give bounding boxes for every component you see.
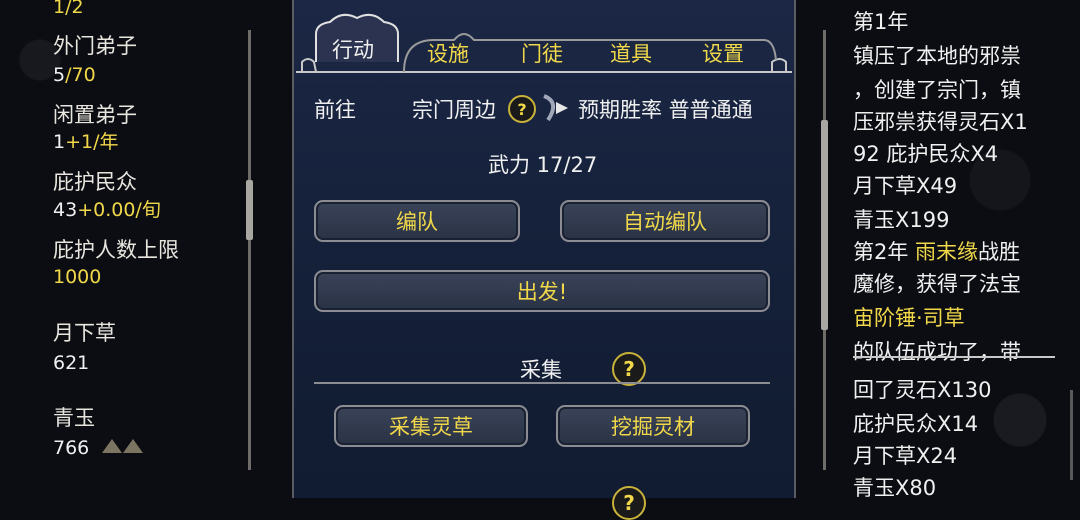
log-line-text: 青玉X80 (853, 476, 937, 500)
log-line-text: 青玉X199 (853, 208, 950, 232)
upgrade-arrows-icon (102, 439, 143, 453)
log-line: 的队伍成功了，带 (853, 336, 1021, 369)
tab-items[interactable]: 道具 (610, 38, 652, 68)
log-line-text: 庇护民众X14 (853, 412, 979, 436)
gather-help-icon[interactable]: ? (612, 352, 646, 386)
log-line-text: ，创建了宗门，镇 (853, 78, 1021, 102)
protected-people-label: 庇护民众 (53, 170, 137, 194)
tab-facilities[interactable]: 设施 (427, 38, 469, 68)
protect-limit-value: 1000 (53, 266, 102, 288)
log-line: 镇压了本地的邪祟 (853, 40, 1021, 73)
log-line: 宙阶锤·司草 (853, 302, 965, 335)
tab-action-label[interactable]: 行动 (332, 34, 374, 64)
log-line: 第2年 雨末缘战胜 (853, 236, 1020, 269)
moon-grass-label: 月下草 (53, 321, 116, 345)
gather-title: 采集 (520, 358, 562, 382)
log-line: 第1年 (853, 6, 908, 39)
auto-formation-button[interactable]: 自动编队 (560, 200, 770, 242)
log-line-text: 月下草X49 (853, 174, 958, 198)
gather-herbs-button[interactable]: 采集灵草 (334, 405, 528, 447)
jade-value: 766 (53, 437, 90, 459)
moon-grass-value: 621 (53, 352, 90, 374)
log-line: 庇护民众X14 (853, 408, 978, 441)
jade-label: 青玉 (53, 406, 95, 430)
log-line: 92 庇护民众X4 (853, 138, 998, 171)
log-line: 压邪祟获得灵石X1 (853, 106, 1028, 139)
formation-button[interactable]: 编队 (314, 200, 520, 242)
log-line-text: 战胜 (978, 240, 1021, 264)
log-line-text: 92 庇护民众X4 (853, 142, 999, 166)
resource-panel: 1/2 外门弟子 5/70 闲置弟子 1+1/年 庇护民众 43+0.00/旬 … (0, 0, 260, 498)
goto-label: 前往 (314, 98, 356, 122)
action-panel: 行动 设施 门徒 道具 设置 前往 宗门周边 ? 预期胜率 普普通通 武力 17… (292, 0, 796, 520)
next-section-help-icon[interactable]: ? (612, 486, 646, 520)
left-scrollbar[interactable] (248, 30, 251, 470)
left-scrollbar-thumb[interactable] (246, 180, 253, 240)
log-scrollbar-right[interactable] (1070, 390, 1073, 480)
protect-limit-label: 庇护人数上限 (53, 238, 179, 262)
tab-settings[interactable]: 设置 (702, 38, 744, 68)
log-line-text: 第1年 (853, 10, 909, 34)
expected-win-rate: 预期胜率 普普通通 (578, 98, 753, 122)
log-line-text: 魔修，获得了法宝 (853, 272, 1021, 296)
log-line: 月下草X24 (853, 440, 957, 473)
destination-select[interactable]: 宗门周边 (412, 94, 496, 124)
log-line-text: 压邪祟获得灵石X1 (853, 110, 1028, 134)
log-line: 魔修，获得了法宝 (853, 268, 1021, 301)
partial-stat-value: 1/2 (53, 0, 84, 18)
log-line: 青玉X80 (853, 472, 936, 505)
log-line: ，创建了宗门，镇 (853, 74, 1021, 107)
log-line-text: 雨末缘 (915, 240, 979, 264)
log-line-text: 月下草X24 (853, 444, 958, 468)
outer-disciples-value: 5/70 (53, 64, 96, 86)
idle-disciples-value: 1+1/年 (53, 131, 119, 153)
section-divider (314, 382, 770, 384)
force-value: 武力 17/27 (488, 153, 598, 177)
log-line: 月下草X49 (853, 170, 957, 203)
outer-disciples-label: 外门弟子 (53, 34, 137, 58)
log-line: 回了灵石X130 (853, 374, 991, 407)
protected-people-value: 43+0.00/旬 (53, 199, 161, 221)
log-line: 青玉X199 (853, 204, 949, 237)
log-line-text: 回了灵石X130 (853, 378, 992, 402)
depart-button[interactable]: 出发! (314, 270, 770, 312)
idle-disciples-label: 闲置弟子 (53, 103, 137, 127)
log-line-text: 镇压了本地的邪祟 (853, 44, 1021, 68)
swap-arrow-icon[interactable] (540, 92, 570, 124)
event-log-panel: 第1年镇压了本地的邪祟 ，创建了宗门，镇 压邪祟获得灵石X1 92 庇护民众X4 月下草… (821, 0, 1080, 500)
destination-help-icon[interactable]: ? (508, 95, 536, 123)
tab-disciples[interactable]: 门徒 (521, 38, 563, 68)
dig-materials-button[interactable]: 挖掘灵材 (556, 405, 750, 447)
log-line-text: 宙阶锤·司草 (853, 306, 965, 330)
log-separator (853, 356, 1055, 358)
log-line-text: 第2年 (853, 240, 916, 264)
log-scrollbar-thumb[interactable] (821, 120, 828, 330)
log-line-text: 的队伍成功了，带 (853, 340, 1021, 364)
